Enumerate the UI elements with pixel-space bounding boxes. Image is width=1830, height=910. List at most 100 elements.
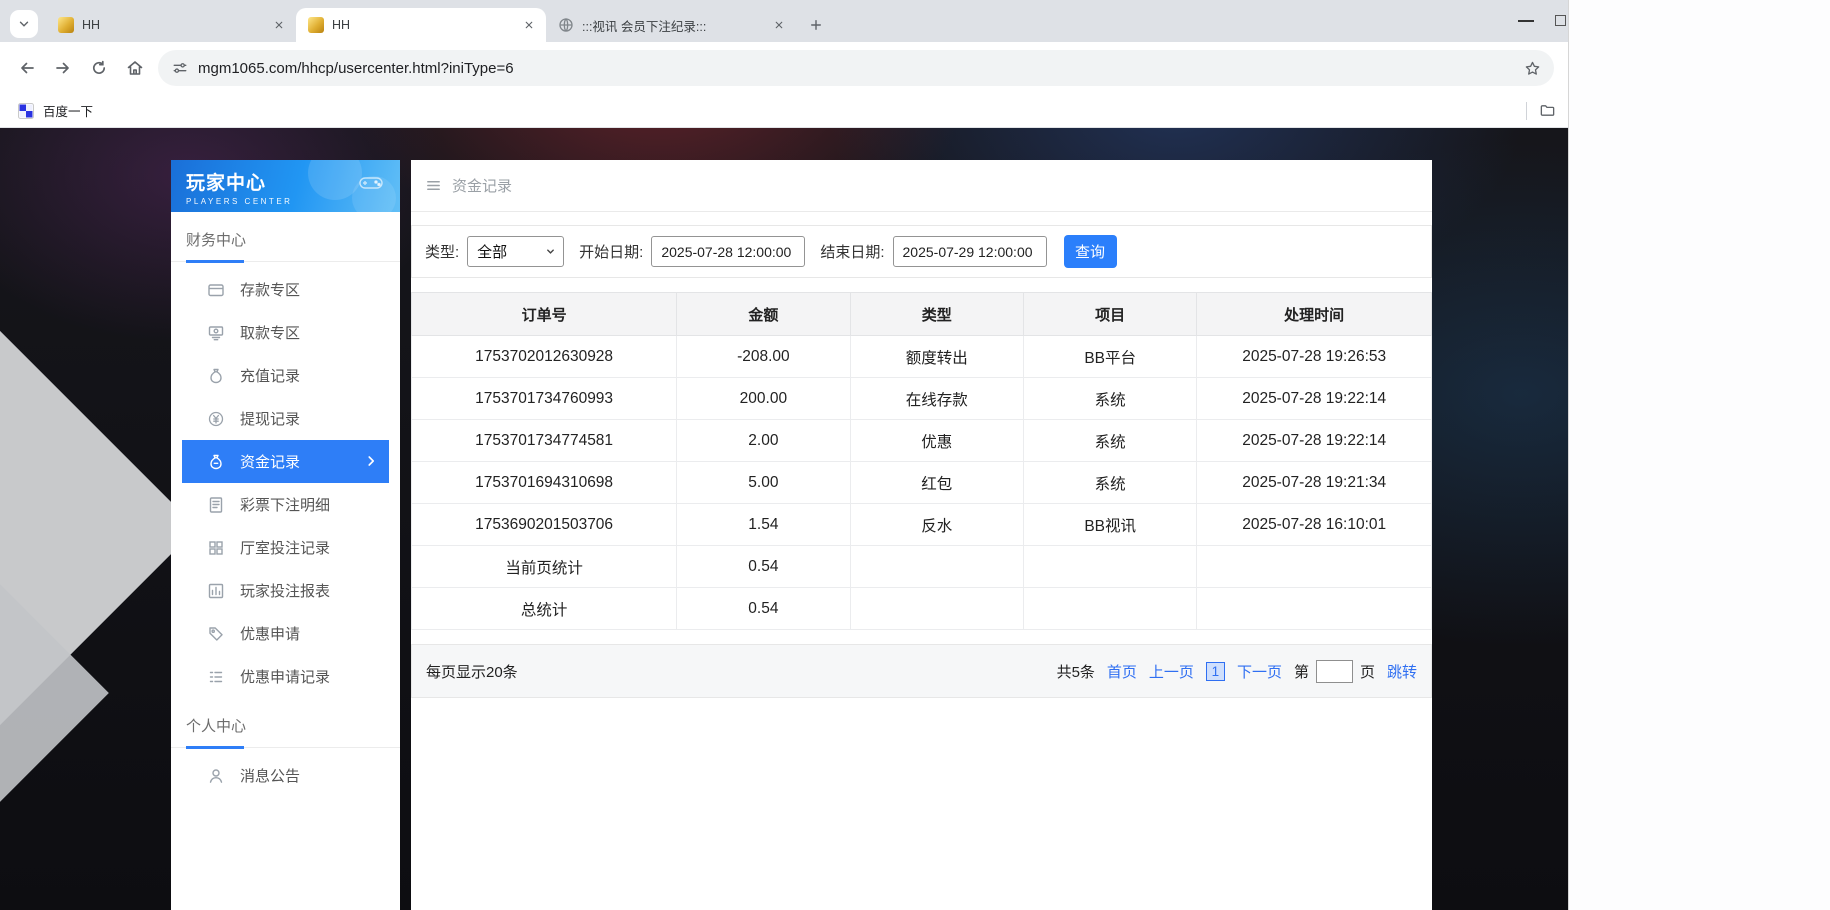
pagination-bar: 每页显示20条 共5条 首页 上一页 1 下一页 第 页 跳转 (411, 644, 1432, 698)
tag-icon (207, 625, 225, 643)
sidebar-item-label: 存款专区 (240, 279, 300, 300)
tab-strip: HH HH :::视讯 会员下注纪录::: (0, 0, 1568, 42)
star-icon (1524, 60, 1541, 77)
sidebar-item-player-bet-report[interactable]: 玩家投注报表 (171, 569, 400, 612)
home-icon (126, 59, 144, 77)
sidebar-item-label: 消息公告 (240, 765, 300, 786)
globe-favicon (558, 17, 574, 33)
current-page-badge[interactable]: 1 (1206, 662, 1225, 681)
tab-3[interactable]: :::视讯 会员下注纪录::: (546, 8, 796, 42)
plus-icon (809, 18, 823, 32)
table-cell: 1753702012630928 (412, 336, 677, 378)
jump-group: 第 页 (1294, 660, 1375, 683)
sidebar-header: 玩家中心 PLAYERS CENTER (171, 160, 400, 212)
site-favicon (58, 17, 74, 33)
tab-2-active[interactable]: HH (296, 8, 546, 42)
sidebar-item-deposit-zone[interactable]: 存款专区 (171, 268, 400, 311)
sidebar-item-hall-bet-record[interactable]: 厅室投注记录 (171, 526, 400, 569)
table-cell: 1753701734760993 (412, 378, 677, 420)
sidebar-item-recharge-record[interactable]: 充值记录 (171, 354, 400, 397)
search-button[interactable]: 查询 (1064, 235, 1117, 268)
end-date-label: 结束日期: (820, 241, 884, 262)
close-tab-icon[interactable] (770, 16, 788, 34)
close-tab-icon[interactable] (270, 16, 288, 34)
sidebar: 玩家中心 PLAYERS CENTER 财务中心 存款专区 取款专区 充值记录 (171, 160, 400, 910)
table-row: 17537017347745812.00优惠系统2025-07-28 19:22… (412, 420, 1432, 462)
person-icon (207, 767, 225, 785)
column-header-type: 类型 (850, 293, 1023, 336)
table-cell: 系统 (1023, 420, 1196, 462)
table-cell: 1753701694310698 (412, 462, 677, 504)
sidebar-item-lottery-bet-detail[interactable]: 彩票下注明细 (171, 483, 400, 526)
type-select[interactable]: 全部 (467, 236, 564, 267)
first-page-link[interactable]: 首页 (1107, 661, 1137, 682)
table-row: 1753702012630928-208.00额度转出BB平台2025-07-2… (412, 336, 1432, 378)
table-cell: 当前页统计 (412, 546, 677, 588)
end-date-input[interactable] (893, 236, 1047, 267)
sidebar-item-funds-record[interactable]: 资金记录 (182, 440, 389, 483)
tab-title: HH (332, 18, 512, 32)
jump-link[interactable]: 跳转 (1387, 661, 1417, 682)
sidebar-item-promo-apply[interactable]: 优惠申请 (171, 612, 400, 655)
sidebar-item-label: 彩票下注明细 (240, 494, 330, 515)
column-header-order-no: 订单号 (412, 293, 677, 336)
bookmark-star-button[interactable] (1518, 54, 1546, 82)
omnibox[interactable]: mgm1065.com/hhcp/usercenter.html?iniType… (158, 50, 1554, 86)
home-button[interactable] (118, 51, 152, 85)
window-maximize-button[interactable] (1555, 15, 1566, 26)
table-cell (1023, 546, 1196, 588)
table-cell: 反水 (850, 504, 1023, 546)
table-cell: 2025-07-28 19:21:34 (1197, 462, 1432, 504)
table-cell (850, 546, 1023, 588)
table-cell (1197, 546, 1432, 588)
forward-arrow-icon (54, 59, 72, 77)
reload-button[interactable] (82, 51, 116, 85)
url-text[interactable]: mgm1065.com/hhcp/usercenter.html?iniType… (198, 60, 1508, 77)
section-finance-center: 财务中心 (171, 212, 400, 262)
column-header-amount: 金额 (677, 293, 850, 336)
page-number-input[interactable] (1316, 660, 1353, 683)
jump-pre-text: 第 (1294, 661, 1309, 682)
site-settings-icon[interactable] (172, 60, 188, 76)
browser-window: HH HH :::视讯 会员下注纪录::: (0, 0, 1568, 910)
sidebar-item-promo-apply-record[interactable]: 优惠申请记录 (171, 655, 400, 698)
new-tab-button[interactable] (802, 11, 830, 39)
table-cell: 2025-07-28 16:10:01 (1197, 504, 1432, 546)
gamepad-icon (358, 174, 384, 192)
table-row-page-total: 当前页统计0.54 (412, 546, 1432, 588)
table-row-grand-total: 总统计0.54 (412, 588, 1432, 630)
sidebar-item-withdraw-zone[interactable]: 取款专区 (171, 311, 400, 354)
players-center-subtitle: PLAYERS CENTER (186, 197, 400, 206)
sidebar-item-label: 优惠申请 (240, 623, 300, 644)
sidebar-item-message-notice[interactable]: 消息公告 (171, 754, 400, 797)
window-minimize-button[interactable] (1518, 20, 1534, 22)
back-button[interactable] (10, 51, 44, 85)
tab-search-button[interactable] (10, 10, 38, 38)
document-icon (207, 496, 225, 514)
tab-1[interactable]: HH (46, 8, 296, 42)
table-row: 17536902015037061.54反水BB视讯2025-07-28 16:… (412, 504, 1432, 546)
table-cell (1197, 588, 1432, 630)
next-page-link[interactable]: 下一页 (1237, 661, 1282, 682)
funds-bag-icon (207, 453, 225, 471)
page-title: 资金记录 (452, 175, 512, 196)
prev-page-link[interactable]: 上一页 (1149, 661, 1194, 682)
forward-button[interactable] (46, 51, 80, 85)
table-cell: 在线存款 (850, 378, 1023, 420)
back-arrow-icon (18, 59, 36, 77)
close-tab-icon[interactable] (520, 16, 538, 34)
money-bag-icon (207, 367, 225, 385)
bookmark-baidu[interactable]: 百度一下 (12, 98, 99, 123)
chevron-down-icon (545, 246, 556, 257)
funds-record-table: 订单号 金额 类型 项目 处理时间 1753702012630928-208.0… (411, 292, 1432, 630)
sidebar-item-withdraw-record[interactable]: 提现记录 (171, 397, 400, 440)
table-cell: 系统 (1023, 378, 1196, 420)
total-count-text: 共5条 (1057, 661, 1095, 682)
folder-icon[interactable] (1539, 102, 1556, 119)
table-cell: 总统计 (412, 588, 677, 630)
filter-panel: 类型: 全部 开始日期: 结束日期: 查询 (411, 225, 1432, 278)
start-date-input[interactable] (651, 236, 805, 267)
chevron-right-icon (363, 453, 379, 469)
bookmarks-right (1526, 102, 1556, 120)
jump-post-text: 页 (1360, 661, 1375, 682)
